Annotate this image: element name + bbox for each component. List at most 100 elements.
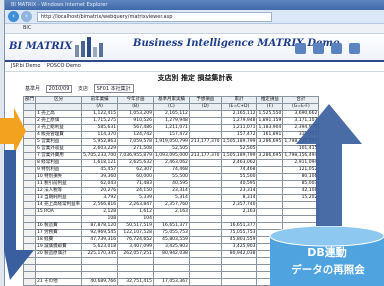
table-cell: 1,122,415 bbox=[81, 110, 119, 118]
table-cell bbox=[256, 145, 284, 153]
table-cell: 161,891 bbox=[256, 131, 284, 139]
table-cell: 24,150 bbox=[117, 187, 154, 195]
table-cell: 2,163 bbox=[220, 208, 258, 216]
column-subheader: (C) bbox=[153, 103, 190, 111]
table-cell bbox=[34, 271, 83, 279]
back-button[interactable]: ‹ bbox=[8, 11, 19, 22]
table-cell: 21 その他 bbox=[34, 278, 83, 286]
table-cell bbox=[220, 271, 258, 279]
table-cell: 75,055,753 bbox=[153, 229, 190, 237]
table-row: 5 営業利益 5,952,863 7,059,578 1,919,050,799 213… bbox=[23, 138, 320, 146]
callout-line-1: DB連動 bbox=[307, 246, 347, 259]
table-cell: 40,595 bbox=[220, 180, 258, 188]
help-icon[interactable] bbox=[349, 43, 361, 54]
table-cell bbox=[220, 278, 258, 286]
filter-branch-select[interactable]: SF01 本社集計 bbox=[93, 84, 134, 93]
table-cell: 1,505,189,799 bbox=[220, 138, 258, 146]
table-cell: 8 経常利益 bbox=[34, 159, 83, 167]
table-cell: 62,307 bbox=[117, 166, 154, 174]
table-cell bbox=[188, 117, 222, 125]
table-cell bbox=[188, 187, 222, 195]
table-cell: 3 売上総利益 bbox=[34, 124, 83, 132]
table-cell: 52,505 bbox=[220, 145, 258, 153]
table-cell bbox=[256, 201, 284, 209]
table-cell: 74,468 bbox=[220, 166, 258, 174]
table-cell: 1,525,550 bbox=[256, 110, 284, 118]
table-cell: 1 売上高 bbox=[34, 110, 83, 118]
table-row: 14 売上高経常利益率 2,566,816 2,263,847 2,357,760 2,… bbox=[23, 201, 320, 209]
table-cell: 1,279,948 bbox=[220, 117, 258, 125]
table-cell: 585,631 bbox=[81, 124, 119, 132]
app-banner: BI MATRIX Business Intelligence MATRIX D… bbox=[5, 34, 384, 62]
table-cell bbox=[188, 278, 222, 286]
table-row: 1 売上高 1,122,415 1,053,209 2,165,112 2,165,11… bbox=[23, 110, 320, 118]
column-subheader: (D) bbox=[188, 103, 222, 111]
address-input[interactable]: http://localhost/bimatrix/webquery/matri… bbox=[37, 12, 272, 22]
table-row: 15 ROA 2,128 1,612 2,163 2,163 bbox=[23, 208, 320, 216]
export-icon[interactable] bbox=[331, 43, 343, 54]
table-cell: 45,803,559 bbox=[153, 236, 190, 244]
table-cell: 40,595 bbox=[153, 180, 190, 188]
table-cell: 567,486 bbox=[117, 124, 154, 132]
table-cell: 5,952,863 bbox=[81, 138, 119, 146]
table-cell bbox=[188, 222, 222, 230]
table-cell: 2,357,740 bbox=[220, 201, 258, 209]
table-cell bbox=[153, 257, 190, 265]
table-cell: 213,177,370 bbox=[188, 152, 222, 160]
table-cell: 2,603,229 bbox=[81, 145, 119, 153]
table-cell: 47,739,316 bbox=[81, 236, 119, 244]
table-cell: 80,942,038 bbox=[153, 250, 190, 258]
table-cell bbox=[153, 271, 190, 279]
table-cell: 114,370 bbox=[81, 131, 119, 139]
column-subheader: (F) bbox=[256, 103, 284, 111]
table-row: 6 営業外収益 2,603,229 271,508 52,505 52,505 101,4… bbox=[23, 145, 320, 153]
table-cell: 40,689,766 bbox=[81, 278, 119, 286]
table-cell: 1,211,071 bbox=[220, 124, 258, 132]
filter-month-label: 基準月 bbox=[25, 86, 41, 92]
table-cell: 13 当期純利益 bbox=[34, 194, 83, 202]
table-cell bbox=[188, 208, 222, 216]
print-icon[interactable] bbox=[313, 43, 325, 54]
app-logo: BI MATRIX bbox=[9, 41, 73, 52]
table-cell bbox=[256, 180, 284, 188]
table-row: 8 経常利益 1,618,121 2,625,632 2,463,062 2,463,0… bbox=[23, 159, 320, 167]
table-cell bbox=[81, 264, 119, 272]
nav-link-posco[interactable]: POSCO Demo bbox=[47, 63, 81, 69]
column-header: 予想損益 bbox=[188, 96, 222, 104]
table-cell bbox=[34, 264, 83, 272]
table-cell bbox=[256, 194, 284, 202]
table-cell: 124,742 bbox=[117, 131, 154, 139]
table-cell bbox=[188, 145, 222, 153]
home-icon[interactable] bbox=[295, 43, 306, 54]
table-cell: 1,612 bbox=[117, 208, 154, 216]
table-row: 108 104 bbox=[23, 215, 320, 223]
table-cell: 32,751,415 bbox=[117, 278, 154, 286]
table-cell: 16,651,377 bbox=[220, 222, 258, 230]
column-header: 前年業績 bbox=[81, 96, 119, 104]
table-cell: 9 特別利益 bbox=[34, 166, 83, 174]
table-cell: 5,314 bbox=[153, 194, 190, 202]
table-cell bbox=[188, 243, 222, 251]
table-cell: 39,360 bbox=[81, 173, 119, 181]
table-cell: 1,053,209 bbox=[117, 110, 154, 118]
table-row: 7 営業外費用 5,705,233,700 7,036,955,879 1,093,0… bbox=[23, 152, 320, 160]
table-cell bbox=[81, 271, 119, 279]
table-cell: 7 営業外費用 bbox=[34, 152, 83, 160]
nav-link-jspbi[interactable]: JSP.bi Demo bbox=[11, 63, 40, 69]
table-cell: 74,468 bbox=[153, 166, 190, 174]
table-cell: 2,163 bbox=[153, 208, 190, 216]
table-cell bbox=[188, 271, 222, 279]
table-cell: 2,165,112 bbox=[220, 110, 258, 118]
report-title: 支店別 推定 損益集計表 bbox=[157, 74, 233, 82]
forward-button[interactable]: › bbox=[21, 11, 32, 22]
table-cell: 8,314 bbox=[220, 194, 258, 202]
table-cell bbox=[117, 257, 154, 265]
table-row: 11 税引前利益 62,043 71,483 40,595 40,595 85,003 bbox=[23, 180, 320, 188]
table-cell bbox=[117, 271, 154, 279]
table-cell: 3,792 bbox=[81, 194, 119, 202]
browser-tab[interactable]: BIC bbox=[23, 25, 31, 31]
filter-month-select[interactable]: 2010/09 bbox=[45, 85, 73, 93]
table-cell: 2,463,062 bbox=[153, 159, 190, 167]
table-cell bbox=[188, 124, 222, 132]
address-bar-area: ‹ › http://localhost/bimatrix/webquery/m… bbox=[5, 10, 384, 24]
